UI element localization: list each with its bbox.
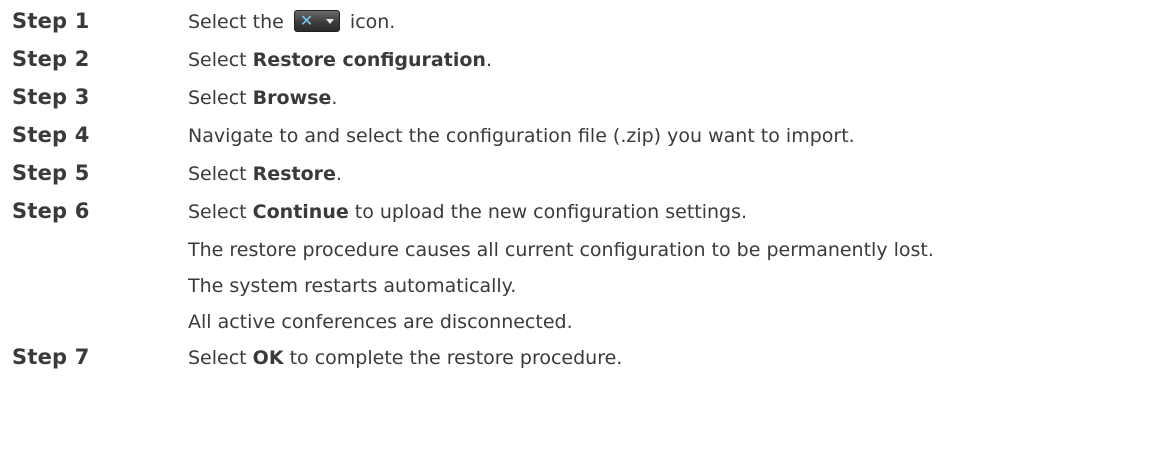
step-label: Step 6 <box>12 199 90 223</box>
procedure-steps: Step 1 Select the ✕ icon. Step 2 Select … <box>0 6 1156 380</box>
step-label: Step 7 <box>12 345 90 369</box>
note-text: All active conferences are disconnected. <box>188 311 573 333</box>
step-ui-term: Continue <box>252 201 349 223</box>
chevron-down-icon <box>325 18 334 24</box>
step-text-post: to complete the restore procedure. <box>289 347 623 369</box>
step-ui-term: OK <box>252 347 284 369</box>
step-7: Step 7 Select OK to complete the restore… <box>0 342 1156 380</box>
step-ui-term: Restore <box>252 163 336 185</box>
step-label: Step 5 <box>12 161 90 185</box>
step-2: Step 2 Select Restore configuration. <box>0 44 1156 82</box>
step-label: Step 1 <box>12 9 90 33</box>
step-6: Step 6 Select Continue to upload the new… <box>0 196 1156 234</box>
step-6-note: The system restarts automatically. <box>0 270 1156 306</box>
note-text: The system restarts automatically. <box>188 275 517 297</box>
step-ui-term: Browse <box>252 87 332 109</box>
step-text: Select Restore configuration. <box>188 49 492 71</box>
step-label: Step 2 <box>12 47 90 71</box>
step-5: Step 5 Select Restore. <box>0 158 1156 196</box>
step-text-post: . <box>485 49 492 71</box>
step-6-note: All active conferences are disconnected. <box>0 306 1156 342</box>
step-text-post: . <box>331 87 338 109</box>
note-text: The restore procedure causes all current… <box>188 239 934 261</box>
step-ui-term: Restore configuration <box>252 49 486 71</box>
step-text-post: to upload the new configuration settings… <box>354 201 748 223</box>
step-1: Step 1 Select the ✕ icon. <box>0 6 1156 44</box>
tools-dropdown-icon: ✕ <box>293 9 340 32</box>
step-4: Step 4 Navigate to and select the config… <box>0 120 1156 158</box>
step-text-post: . <box>335 163 342 185</box>
step-text-pre: Select <box>188 163 247 185</box>
step-label: Step 4 <box>12 123 90 147</box>
step-text: Select Continue to upload the new config… <box>188 201 747 223</box>
step-text: Select the ✕ icon. <box>188 9 396 34</box>
step-text-pre: Select <box>188 49 247 71</box>
step-3: Step 3 Select Browse. <box>0 82 1156 120</box>
wrench-screwdriver-icon: ✕ <box>299 10 314 30</box>
step-text-post: icon. <box>343 11 396 33</box>
step-text-pre: Select the <box>188 11 290 33</box>
step-text-pre: Select <box>188 201 247 223</box>
step-text: Navigate to and select the configuration… <box>188 125 855 147</box>
step-label: Step 3 <box>12 85 90 109</box>
step-text-pre: Select <box>188 347 247 369</box>
step-6-note: The restore procedure causes all current… <box>0 234 1156 270</box>
step-text: Select OK to complete the restore proced… <box>188 347 622 369</box>
step-text: Select Restore. <box>188 163 342 185</box>
step-text: Select Browse. <box>188 87 337 109</box>
step-text-pre: Select <box>188 87 247 109</box>
